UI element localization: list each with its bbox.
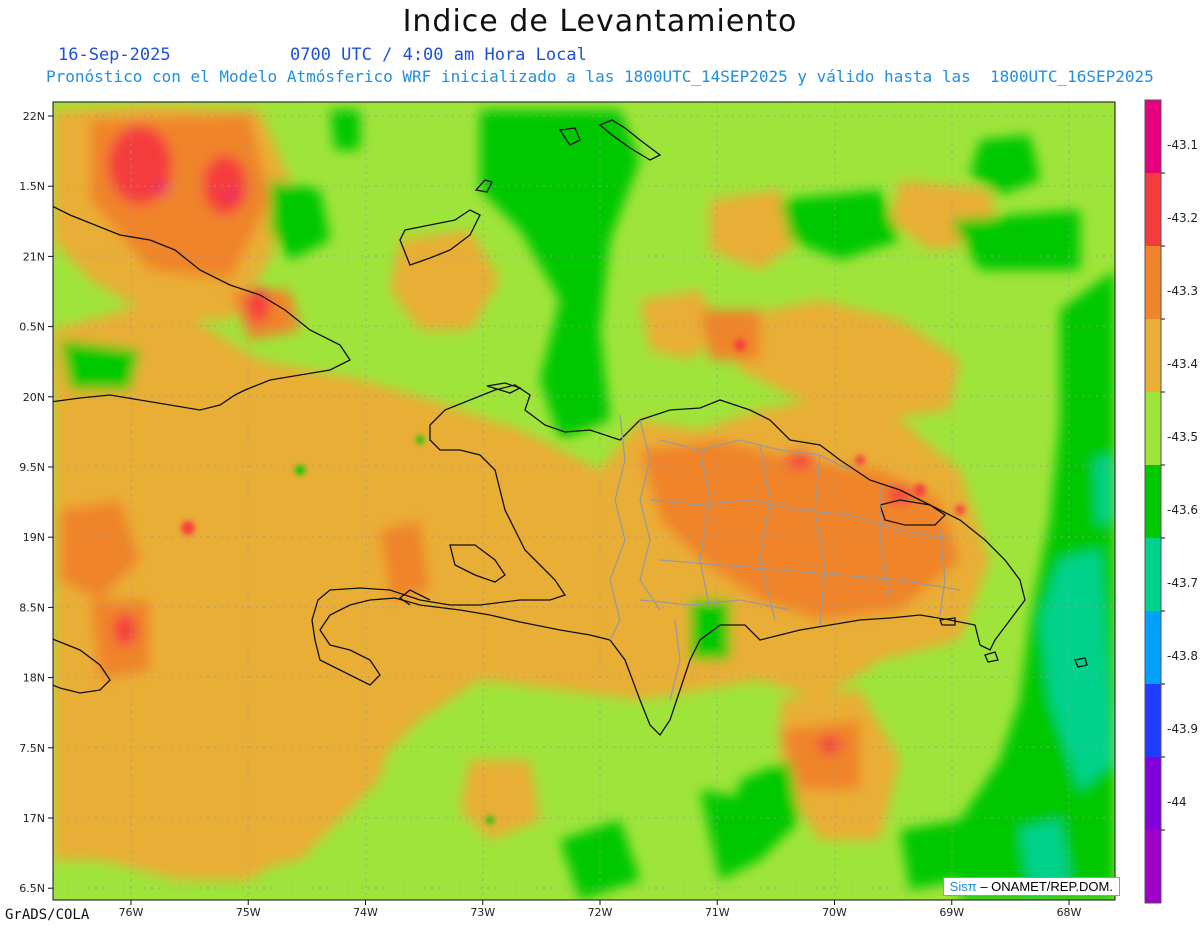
- latitude-axis: 22N 1.5N 21N 0.5N 20N 9.5N 19N 8.5N 18N 7.5N 17N 6.…: [19, 110, 53, 895]
- lon-tick-label: 71W: [705, 906, 730, 919]
- colorbar-swatch: [1145, 684, 1161, 757]
- lat-tick-label: 8.5N: [19, 601, 45, 614]
- colorbar-label: -43.1: [1167, 138, 1198, 152]
- credit-org: – ONAMET/REP.DOM.: [976, 879, 1113, 894]
- colorbar-label: -43.2: [1167, 211, 1198, 225]
- lat-tick-label: 18N: [23, 672, 45, 685]
- colorbar-swatch: [1145, 173, 1161, 246]
- lon-tick-label: 73W: [470, 906, 495, 919]
- grads-footer: GrADS/COLA: [5, 907, 90, 923]
- lat-tick-label: 21N: [23, 250, 45, 263]
- colorbar-swatch: [1145, 538, 1161, 611]
- lat-tick-label: 20N: [23, 391, 45, 404]
- sispi-logo: Sisπ: [949, 879, 977, 894]
- colorbar-swatch: [1145, 246, 1161, 319]
- lon-tick-label: 70W: [822, 906, 847, 919]
- credit-box: Sisπ – ONAMET/REP.DOM.: [942, 877, 1120, 896]
- lat-tick-label: 1.5N: [19, 180, 45, 193]
- lon-tick-label: 75W: [236, 906, 261, 919]
- lat-tick-label: 7.5N: [19, 742, 45, 755]
- colorbar-label: -43.6: [1167, 503, 1198, 517]
- lat-tick-label: 9.5N: [19, 461, 45, 474]
- lat-tick-label: 0.5N: [19, 321, 45, 334]
- colorbar-swatch: [1145, 100, 1161, 173]
- lat-tick-label: 19N: [23, 531, 45, 544]
- longitude-axis: 76W 75W 74W 73W 72W 71W 70W 69W 68W: [119, 900, 1082, 919]
- lon-tick-label: 76W: [119, 906, 144, 919]
- colorbar: -43.1 -43.2 -43.3 -43.4 -43.5 -43.6 -43.7 -43.8…: [1144, 99, 1198, 904]
- colorbar-swatch: [1145, 392, 1161, 465]
- colorbar-swatch: [1145, 757, 1161, 830]
- lat-tick-label: 22N: [23, 110, 45, 123]
- lon-tick-label: 74W: [353, 906, 378, 919]
- colorbar-swatch: [1145, 611, 1161, 684]
- colorbar-label: -43.9: [1167, 722, 1198, 736]
- colorbar-swatch: [1145, 319, 1161, 392]
- colorbar-label: -43.5: [1167, 430, 1198, 444]
- colorbar-swatch: [1145, 465, 1161, 538]
- lifted-index-field: [53, 102, 1115, 900]
- colorbar-label: -43.8: [1167, 649, 1198, 663]
- lon-tick-label: 68W: [1057, 906, 1082, 919]
- lon-tick-label: 72W: [588, 906, 613, 919]
- lon-tick-label: 69W: [939, 906, 964, 919]
- lat-tick-label: 17N: [23, 812, 45, 825]
- colorbar-label: -44: [1167, 795, 1187, 809]
- map-figure: 22N 1.5N 21N 0.5N 20N 9.5N 19N 8.5N 18N 7.5N 17N 6.…: [19, 99, 1198, 919]
- colorbar-swatch: [1145, 830, 1161, 903]
- colorbar-label: -43.3: [1167, 284, 1198, 298]
- colorbar-label: -43.7: [1167, 576, 1198, 590]
- lat-tick-label: 6.5N: [19, 882, 45, 895]
- colorbar-label: -43.4: [1167, 357, 1198, 371]
